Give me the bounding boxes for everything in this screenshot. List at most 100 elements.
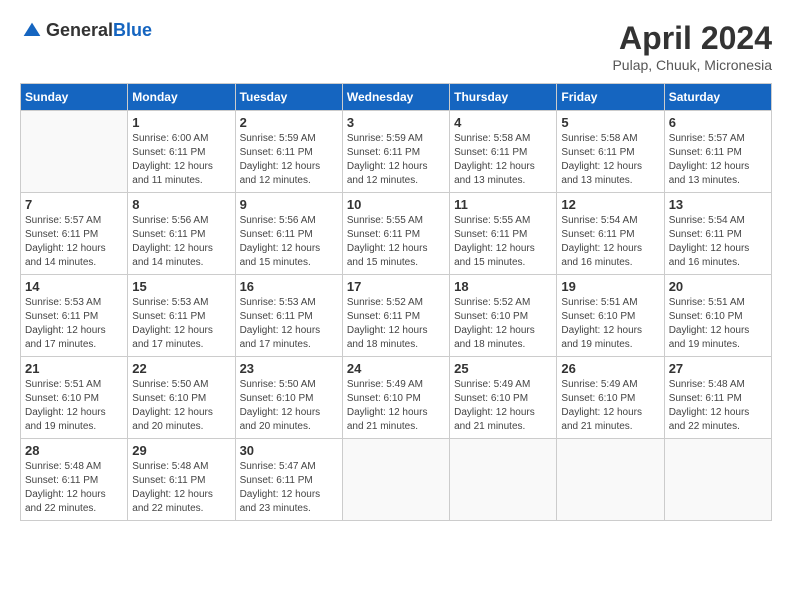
day-number: 5 (561, 115, 659, 130)
day-info: Sunrise: 5:58 AM Sunset: 6:11 PM Dayligh… (561, 132, 659, 188)
day-number: 27 (669, 361, 767, 376)
day-info: Sunrise: 5:57 AM Sunset: 6:11 PM Dayligh… (669, 132, 767, 188)
day-number: 19 (561, 279, 659, 294)
day-number: 7 (25, 197, 123, 212)
day-info: Sunrise: 5:47 AM Sunset: 6:11 PM Dayligh… (240, 460, 338, 516)
calendar-week-2: 14 Sunrise: 5:53 AM Sunset: 6:11 PM Dayli… (21, 275, 772, 357)
day-info: Sunrise: 5:53 AM Sunset: 6:11 PM Dayligh… (132, 296, 230, 352)
calendar-week-1: 7 Sunrise: 5:57 AM Sunset: 6:11 PM Daylig… (21, 193, 772, 275)
calendar-week-4: 28 Sunrise: 5:48 AM Sunset: 6:11 PM Dayli… (21, 439, 772, 521)
day-info: Sunrise: 5:49 AM Sunset: 6:10 PM Dayligh… (454, 378, 552, 434)
calendar-cell: 6 Sunrise: 5:57 AM Sunset: 6:11 PM Daylig… (664, 111, 771, 193)
day-info: Sunrise: 5:50 AM Sunset: 6:10 PM Dayligh… (132, 378, 230, 434)
day-info: Sunrise: 5:52 AM Sunset: 6:10 PM Dayligh… (454, 296, 552, 352)
day-info: Sunrise: 5:51 AM Sunset: 6:10 PM Dayligh… (561, 296, 659, 352)
calendar-cell (664, 439, 771, 521)
day-info: Sunrise: 5:48 AM Sunset: 6:11 PM Dayligh… (25, 460, 123, 516)
day-number: 29 (132, 443, 230, 458)
calendar-cell: 23Sunrise: 5:50 AM Sunset: 6:10 PM Dayli… (235, 357, 342, 439)
day-number: 20 (669, 279, 767, 294)
calendar-cell (557, 439, 664, 521)
day-number: 8 (132, 197, 230, 212)
day-number: 1 (132, 115, 230, 130)
calendar-cell: 12 Sunrise: 5:54 AM Sunset: 6:11 PM Dayli… (557, 193, 664, 275)
calendar-cell: 10Sunrise: 5:55 AM Sunset: 6:11 PM Dayli… (342, 193, 449, 275)
calendar-cell: 18 Sunrise: 5:52 AM Sunset: 6:10 PM Dayli… (450, 275, 557, 357)
calendar-cell (21, 111, 128, 193)
day-info: Sunrise: 5:51 AM Sunset: 6:10 PM Dayligh… (669, 296, 767, 352)
calendar-cell: 27 Sunrise: 5:48 AM Sunset: 6:11 PM Dayli… (664, 357, 771, 439)
calendar-cell: 1Sunrise: 6:00 AM Sunset: 6:11 PM Daylig… (128, 111, 235, 193)
day-number: 30 (240, 443, 338, 458)
day-info: Sunrise: 5:59 AM Sunset: 6:11 PM Dayligh… (347, 132, 445, 188)
calendar-cell: 28 Sunrise: 5:48 AM Sunset: 6:11 PM Dayli… (21, 439, 128, 521)
calendar-cell: 13 Sunrise: 5:54 AM Sunset: 6:11 PM Dayli… (664, 193, 771, 275)
calendar-cell: 7 Sunrise: 5:57 AM Sunset: 6:11 PM Daylig… (21, 193, 128, 275)
location: Pulap, Chuuk, Micronesia (612, 57, 772, 73)
logo-text: GeneralBlue (46, 20, 152, 41)
calendar-cell: 3 Sunrise: 5:59 AM Sunset: 6:11 PM Daylig… (342, 111, 449, 193)
day-number: 11 (454, 197, 552, 212)
day-number: 2 (240, 115, 338, 130)
day-info: Sunrise: 5:51 AM Sunset: 6:10 PM Dayligh… (25, 378, 123, 434)
day-number: 18 (454, 279, 552, 294)
day-number: 9 (240, 197, 338, 212)
calendar-cell: 14 Sunrise: 5:53 AM Sunset: 6:11 PM Dayli… (21, 275, 128, 357)
calendar-cell: 2 Sunrise: 5:59 AM Sunset: 6:11 PM Daylig… (235, 111, 342, 193)
weekday-header-saturday: Saturday (664, 84, 771, 111)
calendar-cell: 15 Sunrise: 5:53 AM Sunset: 6:11 PM Dayli… (128, 275, 235, 357)
day-number: 24 (347, 361, 445, 376)
day-number: 6 (669, 115, 767, 130)
day-number: 26 (561, 361, 659, 376)
day-number: 25 (454, 361, 552, 376)
weekday-header-thursday: Thursday (450, 84, 557, 111)
day-info: Sunrise: 5:48 AM Sunset: 6:11 PM Dayligh… (132, 460, 230, 516)
day-info: Sunrise: 5:49 AM Sunset: 6:10 PM Dayligh… (561, 378, 659, 434)
calendar-cell (450, 439, 557, 521)
calendar-cell: 8 Sunrise: 5:56 AM Sunset: 6:11 PM Daylig… (128, 193, 235, 275)
calendar-cell: 21 Sunrise: 5:51 AM Sunset: 6:10 PM Dayli… (21, 357, 128, 439)
day-number: 22 (132, 361, 230, 376)
calendar-cell: 19 Sunrise: 5:51 AM Sunset: 6:10 PM Dayli… (557, 275, 664, 357)
day-info: Sunrise: 5:56 AM Sunset: 6:11 PM Dayligh… (132, 214, 230, 270)
header: GeneralBlue April 2024 Pulap, Chuuk, Mic… (20, 20, 772, 73)
day-info: Sunrise: 5:57 AM Sunset: 6:11 PM Dayligh… (25, 214, 123, 270)
calendar-cell: 26 Sunrise: 5:49 AM Sunset: 6:10 PM Dayli… (557, 357, 664, 439)
calendar-cell: 24 Sunrise: 5:49 AM Sunset: 6:10 PM Dayli… (342, 357, 449, 439)
day-info: Sunrise: 5:52 AM Sunset: 6:11 PM Dayligh… (347, 296, 445, 352)
calendar-cell: 9 Sunrise: 5:56 AM Sunset: 6:11 PM Daylig… (235, 193, 342, 275)
calendar-table: SundayMondayTuesdayWednesdayThursdayFrid… (20, 83, 772, 521)
day-number: 4 (454, 115, 552, 130)
calendar-cell: 5 Sunrise: 5:58 AM Sunset: 6:11 PM Daylig… (557, 111, 664, 193)
day-number: 21 (25, 361, 123, 376)
day-info: Sunrise: 5:54 AM Sunset: 6:11 PM Dayligh… (561, 214, 659, 270)
day-number: 12 (561, 197, 659, 212)
weekday-header-row: SundayMondayTuesdayWednesdayThursdayFrid… (21, 84, 772, 111)
day-number: 13 (669, 197, 767, 212)
weekday-header-monday: Monday (128, 84, 235, 111)
calendar-week-3: 21 Sunrise: 5:51 AM Sunset: 6:10 PM Dayli… (21, 357, 772, 439)
day-info: Sunrise: 5:49 AM Sunset: 6:10 PM Dayligh… (347, 378, 445, 434)
day-info: Sunrise: 5:56 AM Sunset: 6:11 PM Dayligh… (240, 214, 338, 270)
day-number: 3 (347, 115, 445, 130)
day-info: Sunrise: 5:53 AM Sunset: 6:11 PM Dayligh… (240, 296, 338, 352)
calendar-cell: 11Sunrise: 5:55 AM Sunset: 6:11 PM Dayli… (450, 193, 557, 275)
day-info: Sunrise: 5:54 AM Sunset: 6:11 PM Dayligh… (669, 214, 767, 270)
weekday-header-sunday: Sunday (21, 84, 128, 111)
weekday-header-tuesday: Tuesday (235, 84, 342, 111)
day-number: 28 (25, 443, 123, 458)
day-info: Sunrise: 5:48 AM Sunset: 6:11 PM Dayligh… (669, 378, 767, 434)
calendar-cell: 30 Sunrise: 5:47 AM Sunset: 6:11 PM Dayli… (235, 439, 342, 521)
calendar-cell: 4 Sunrise: 5:58 AM Sunset: 6:11 PM Daylig… (450, 111, 557, 193)
calendar-cell: 25 Sunrise: 5:49 AM Sunset: 6:10 PM Dayli… (450, 357, 557, 439)
calendar-cell: 17Sunrise: 5:52 AM Sunset: 6:11 PM Dayli… (342, 275, 449, 357)
calendar-cell: 29 Sunrise: 5:48 AM Sunset: 6:11 PM Dayli… (128, 439, 235, 521)
calendar-cell (342, 439, 449, 521)
day-number: 15 (132, 279, 230, 294)
day-info: Sunrise: 5:59 AM Sunset: 6:11 PM Dayligh… (240, 132, 338, 188)
calendar-week-0: 1Sunrise: 6:00 AM Sunset: 6:11 PM Daylig… (21, 111, 772, 193)
day-info: Sunrise: 5:53 AM Sunset: 6:11 PM Dayligh… (25, 296, 123, 352)
day-info: Sunrise: 5:58 AM Sunset: 6:11 PM Dayligh… (454, 132, 552, 188)
calendar-cell: 16Sunrise: 5:53 AM Sunset: 6:11 PM Dayli… (235, 275, 342, 357)
day-number: 14 (25, 279, 123, 294)
